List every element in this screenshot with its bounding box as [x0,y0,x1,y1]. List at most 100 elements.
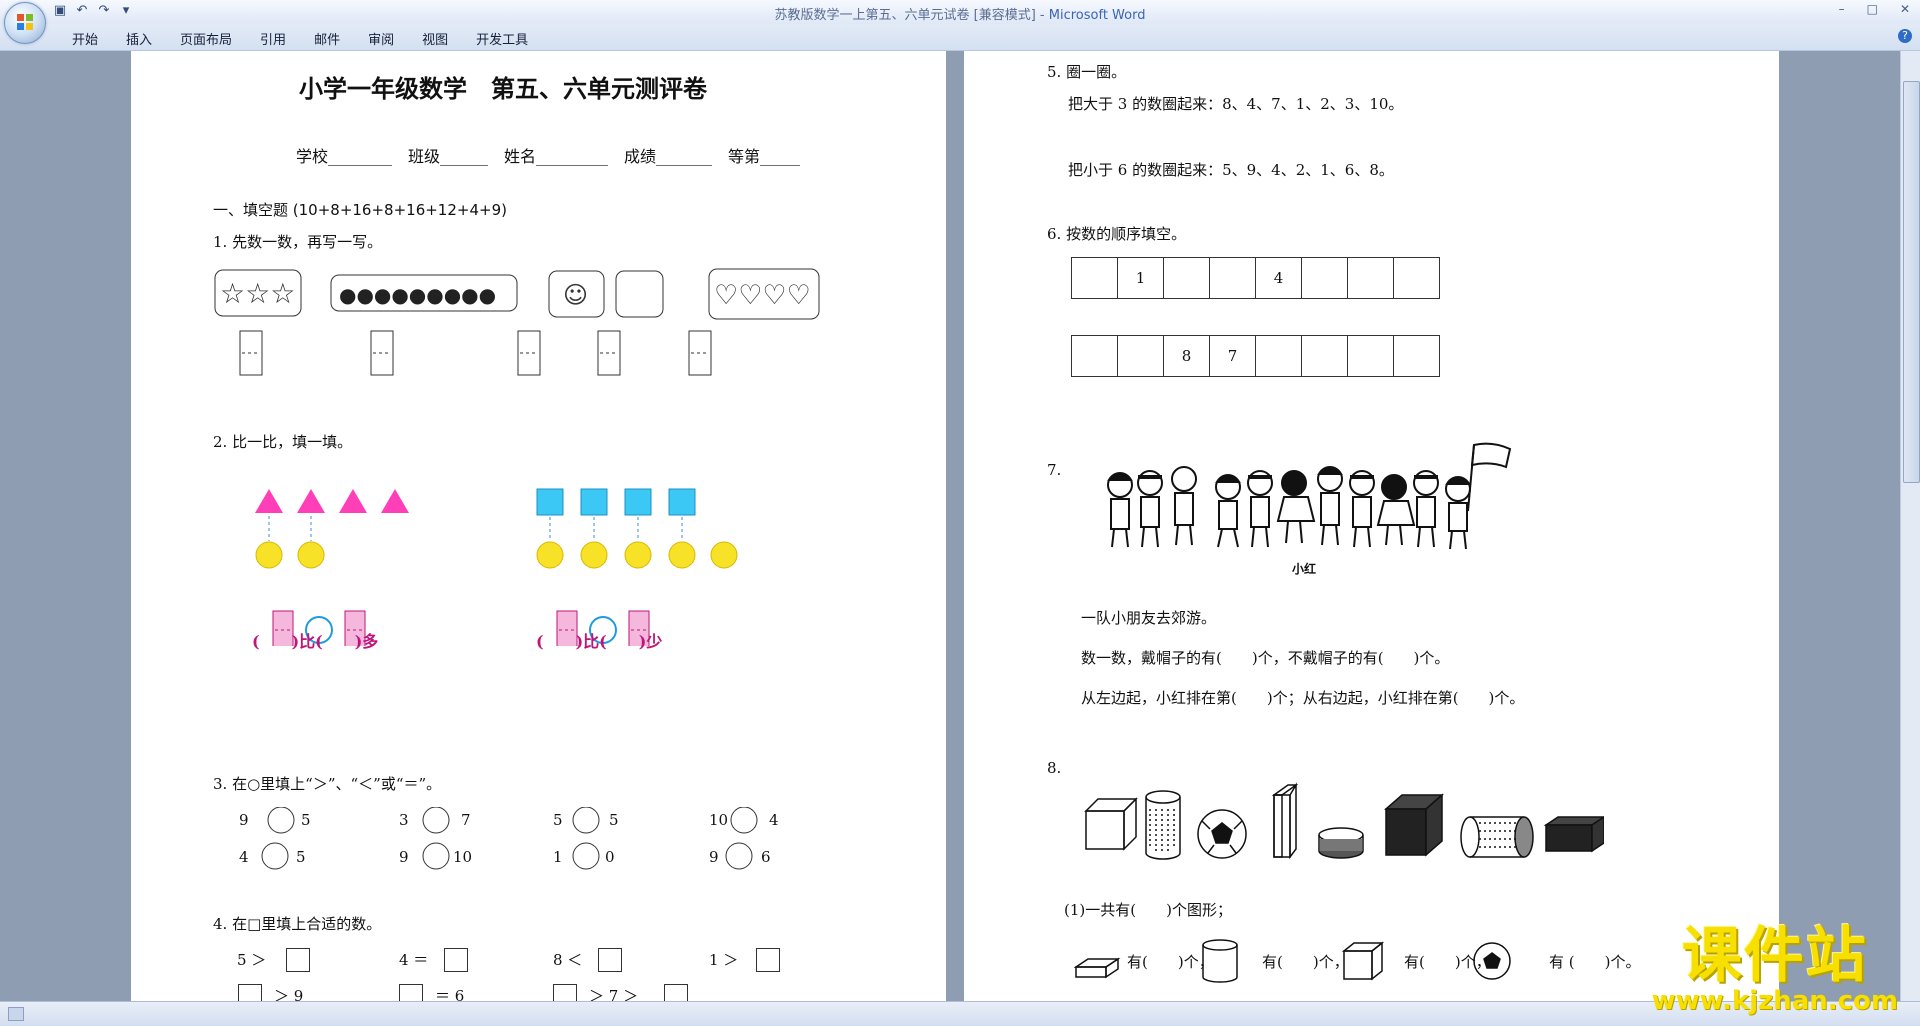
q4-item-f: ＝ 6 [435,987,465,1001]
cuboid-small-icon [1074,957,1121,979]
q4-item-c: 8 ＜ [553,951,583,969]
svg-text:♡♡♡♡: ♡♡♡♡ [714,280,811,311]
document-workspace: 小学一年级数学 第五、六单元测评卷 学校________ 班级______ 姓名… [0,51,1900,1001]
q6-cell[interactable] [1163,257,1209,299]
watermark-url: www.kjzhan.com [1651,986,1898,1016]
ribbon-tabs: 开始 插入 页面布局 引用 邮件 审阅 视图 开发工具 [58,29,542,48]
q4-answer-box[interactable] [553,984,577,1001]
question-7: 7. [1047,461,1062,479]
xiaohong-label: 小红 [1292,562,1317,576]
q6-cell[interactable] [1117,335,1163,377]
empty-picture-box [615,270,664,318]
q6-row-2: 8 7 [1071,335,1440,377]
tab-page-layout[interactable]: 页面布局 [166,29,246,48]
q4-answer-box[interactable] [664,984,688,1001]
q6-cell[interactable] [1071,257,1117,299]
tab-view[interactable]: 视图 [408,29,462,48]
vertical-scrollbar[interactable] [1900,51,1920,1001]
tab-review[interactable]: 审阅 [354,29,408,48]
q2-left-compare: ( )比( )多 [252,632,379,651]
q3-circles [261,807,758,870]
q6-cell[interactable] [1301,335,1347,377]
q8-part-1: (1)一共有( )个图形； [1064,901,1232,919]
question-6: 6. 按数的顺序填空。 [1047,225,1187,243]
prism-shape [1271,782,1299,860]
office-button[interactable] [4,2,46,44]
maximize-icon[interactable]: □ [1867,2,1878,16]
tab-developer[interactable]: 开发工具 [462,29,542,48]
q8-ball-count: 有 ( )个。 [1549,953,1641,971]
q2-figure [255,488,738,646]
help-icon[interactable]: ? [1898,29,1912,43]
tab-mailings[interactable]: 邮件 [300,29,354,48]
q4-answer-box[interactable] [399,984,423,1001]
hearts-group: ♡♡♡♡ [708,268,820,320]
window-title: 苏教版数学一上第五、六单元试卷 [兼容模式] - Microsoft Word [774,8,1146,23]
question-4: 4. 在□里填上合适的数。 [213,915,382,933]
section-fill-blank: 一、填空题 (10+8+16+8+16+12+4+9) [213,201,507,219]
q5-part-a: 把大于 3 的数圈起来：8、4、7、1、2、3、10。 [1068,95,1404,113]
title-bar: ▣ ↶ ↷ ▾ 苏教版数学一上第五、六单元试卷 [兼容模式] - Microso… [0,0,1920,25]
q8-cylinder-count: 有( )个， [1262,953,1349,971]
q4-item-g: ＞ 7 ＞ [589,987,639,1001]
q6-cell[interactable]: 4 [1255,257,1301,299]
q4-answer-box[interactable] [286,948,310,972]
q6-cell[interactable] [1347,335,1393,377]
q6-cell[interactable] [1209,257,1255,299]
stars-group: ☆☆☆ [214,269,302,317]
q6-cell[interactable]: 8 [1163,335,1209,377]
status-page-icon[interactable] [8,1007,24,1021]
cylinder-shape [1145,790,1181,860]
svg-text:☺: ☺ [563,281,588,309]
q6-cell[interactable] [1393,335,1440,377]
tab-references[interactable]: 引用 [246,29,300,48]
q4-answer-box[interactable] [238,984,262,1001]
children-illustration [1107,442,1512,550]
q3-item-a: 9 [239,811,249,829]
q2-right-compare: ( )比( )少 [536,632,663,651]
q6-cell[interactable] [1255,335,1301,377]
cube-small-icon [1341,941,1385,981]
watermark-logo: 课件站 www.kjzhan.com [1652,924,1898,1014]
question-1: 1. 先数一数，再写一写。 [213,233,383,251]
q8-cube-count: 有( )个， [1404,953,1491,971]
question-8: 8. [1047,759,1062,777]
document-title: 苏教版数学一上第五、六单元试卷 [兼容模式] [774,8,1036,23]
page-title: 小学一年级数学 第五、六单元测评卷 [299,75,707,103]
q7-line-3: 从左边起，小红排在第( )个；从右边起，小红排在第( )个。 [1081,689,1525,707]
q6-cell[interactable]: 1 [1117,257,1163,299]
q1-figure: ☆☆☆ ●●●●●●●●● ☺ ♡♡♡♡ [214,268,820,376]
q7-line-1: 一队小朋友去郊游。 [1081,609,1217,627]
lying-cylinder-shape [1460,816,1534,858]
document-page-2[interactable]: 5. 圈一圈。 把大于 3 的数圈起来：8、4、7、1、2、3、10。 把小于 … [964,51,1779,1001]
q6-row-1: 1 4 [1071,257,1440,299]
q6-cell[interactable] [1071,335,1117,377]
svg-text:☆☆☆: ☆☆☆ [220,277,295,310]
q4-answer-box[interactable] [598,948,622,972]
document-page-1[interactable]: 小学一年级数学 第五、六单元测评卷 学校________ 班级______ 姓名… [131,51,946,1001]
smiley-group: ☺ [548,270,605,318]
q6-cell[interactable]: 7 [1209,335,1255,377]
svg-text:●●●●●●●●●: ●●●●●●●●● [339,283,496,307]
q6-cell[interactable] [1347,257,1393,299]
q4-answer-box[interactable] [756,948,780,972]
app-name: Microsoft Word [1048,8,1146,23]
ribbon-tab-bar: 开始 插入 页面布局 引用 邮件 审阅 视图 开发工具 ? [0,24,1920,51]
tab-home[interactable]: 开始 [58,29,112,48]
q6-cell[interactable] [1301,257,1347,299]
solid-shapes-figure [1084,782,1604,860]
q6-cell[interactable] [1393,257,1440,299]
student-info-line: 学校________ 班级______ 姓名_________ 成绩______… [296,147,801,166]
office-logo-icon [17,14,33,30]
q3-item-e: 4 [239,848,249,866]
minimize-icon[interactable]: – [1839,2,1845,16]
tab-insert[interactable]: 插入 [112,29,166,48]
q7-line-2: 数一数，戴帽子的有( )个，不戴帽子的有( )个。 [1081,649,1450,667]
watermark-text: 课件站 [1681,921,1868,991]
q4-item-e: ＞ 9 [274,987,304,1001]
cuboid-shape [1543,816,1604,853]
q4-answer-box[interactable] [444,948,468,972]
status-bar [0,1001,1920,1026]
scrollbar-thumb[interactable] [1903,81,1920,483]
close-icon[interactable]: ✕ [1900,2,1910,16]
